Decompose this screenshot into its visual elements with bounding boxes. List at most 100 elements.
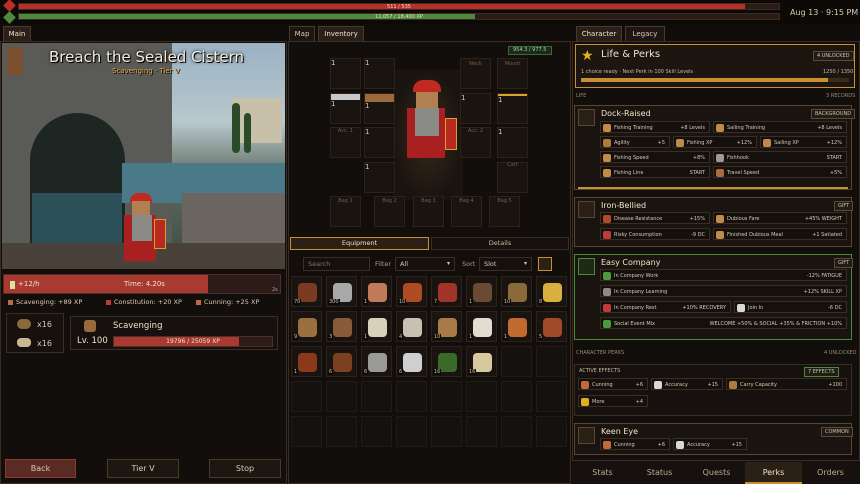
item-quantity: 8 xyxy=(538,299,544,305)
item-icon xyxy=(473,318,492,337)
tab-legacy[interactable]: Legacy xyxy=(625,26,665,42)
equip-slot-tunic[interactable]: 1 xyxy=(497,127,528,158)
inventory-slot-empty[interactable] xyxy=(396,381,427,412)
search-input[interactable] xyxy=(303,257,370,271)
active-effects-card[interactable]: ACTIVE EFFECTS 7 EFFECTS Cunning +6 Accura… xyxy=(574,364,852,416)
inventory-slot-empty[interactable] xyxy=(361,416,392,447)
inventory-slot[interactable]: 16 xyxy=(431,346,462,377)
inventory-slot[interactable]: 6 xyxy=(396,346,427,377)
perk-card-dock-raised[interactable]: Dock-Raised BACKGROUND Fishing Training +… xyxy=(574,105,856,190)
inventory-slot[interactable]: 6 xyxy=(326,346,357,377)
perk-row: In Company Learning +12% SKILL XP xyxy=(600,285,847,297)
inventory-slot-empty[interactable] xyxy=(536,381,567,412)
perk-value: +15% xyxy=(689,216,705,222)
inventory-slot[interactable]: 300 xyxy=(326,276,357,307)
inventory-slot[interactable]: 4 xyxy=(396,311,427,342)
tab-map[interactable]: Map xyxy=(289,26,315,42)
inventory-slot-empty[interactable] xyxy=(326,416,357,447)
equip-slot-helmet[interactable]: 1 xyxy=(364,58,395,89)
perk-name: In Company Learning xyxy=(614,289,668,295)
tab-character[interactable]: Character xyxy=(576,26,622,42)
tier-button[interactable]: Tier V xyxy=(107,459,179,478)
perk-card-iron-bellied[interactable]: Iron-Bellied GIFT Disease Resistance +15%… xyxy=(574,197,854,247)
inventory-slot[interactable]: 16 xyxy=(466,346,497,377)
tab-orders[interactable]: Orders xyxy=(802,462,859,484)
item-quantity: 10 xyxy=(503,299,512,305)
inventory-slot[interactable]: 1 xyxy=(466,276,497,307)
equip-slot-shield[interactable]: 1 xyxy=(497,93,528,124)
inventory-slot-empty[interactable] xyxy=(291,381,322,412)
inventory-slot[interactable]: 7 xyxy=(431,276,462,307)
inventory-slot[interactable]: 1 xyxy=(466,311,497,342)
tab-status[interactable]: Status xyxy=(631,462,688,484)
equip-slot-feet[interactable]: 1 xyxy=(364,162,395,193)
perk-name: In Company Rest xyxy=(614,305,657,311)
perk-name: Fishing XP xyxy=(687,140,713,146)
back-button[interactable]: Back xyxy=(5,459,76,478)
tab-stats[interactable]: Stats xyxy=(574,462,631,484)
inventory-slot[interactable]: 1 xyxy=(291,346,322,377)
inventory-slot[interactable]: 10 xyxy=(396,276,427,307)
perk-icon xyxy=(603,231,611,239)
item-icon xyxy=(438,283,457,302)
bag-label: Bag 4 xyxy=(459,198,474,204)
inventory-slot[interactable]: 6 xyxy=(361,346,392,377)
armor xyxy=(132,215,152,241)
pile-icon xyxy=(17,338,31,347)
inventory-slot[interactable]: 8 xyxy=(536,276,567,307)
perk-card-easy-company[interactable]: Easy Company GIFT In Company Work -12% FA… xyxy=(574,254,854,340)
inventory-slot-empty[interactable] xyxy=(501,416,532,447)
effects-badge: 7 EFFECTS xyxy=(804,367,839,377)
tab-inventory[interactable]: Inventory xyxy=(318,26,364,42)
inventory-slot[interactable]: 1 xyxy=(501,311,532,342)
tab-perks[interactable]: Perks xyxy=(745,462,802,484)
inventory-slot[interactable]: 9 xyxy=(291,311,322,342)
equip-slot-belt[interactable]: 1 xyxy=(364,93,395,124)
xp-text: 11,057 / 18,400 XP xyxy=(375,14,423,20)
tab-main[interactable]: Main xyxy=(3,26,31,42)
perk-icon xyxy=(676,139,684,147)
inventory-slot-empty[interactable] xyxy=(291,416,322,447)
character-perks-count: 4 UNLOCKED xyxy=(824,350,857,356)
easy-company-title: Easy Company xyxy=(601,258,661,267)
equip-slot-cape[interactable]: 1 xyxy=(330,58,361,89)
inventory-slot-empty[interactable] xyxy=(536,346,567,377)
inventory-slot[interactable]: 5 xyxy=(536,311,567,342)
inventory-slot[interactable]: 1 xyxy=(361,276,392,307)
item-quantity: 7 xyxy=(433,299,439,305)
item-quantity: 6 xyxy=(363,369,369,375)
inventory-slot-empty[interactable] xyxy=(361,381,392,412)
inventory-slot-empty[interactable] xyxy=(396,416,427,447)
subtab-details[interactable]: Details xyxy=(431,237,569,250)
inventory-slot-empty[interactable] xyxy=(501,381,532,412)
perk-card-keen-eye[interactable]: Keen Eye COMMON Cunning +6 Accuracy +15 xyxy=(574,423,853,455)
inventory-slot-empty[interactable] xyxy=(466,381,497,412)
inventory-slot[interactable]: 10 xyxy=(431,311,462,342)
equip-slot-armor[interactable]: 1 xyxy=(460,93,491,124)
inventory-slot[interactable]: 70 xyxy=(291,276,322,307)
sort-select[interactable]: Slot ▾ xyxy=(479,257,532,271)
equip-slot-legs[interactable]: 1 xyxy=(364,127,395,158)
inventory-slot-empty[interactable] xyxy=(431,416,462,447)
inventory-slot[interactable]: 3 xyxy=(326,311,357,342)
perk-name: Cunning xyxy=(614,442,635,448)
inventory-slot-empty[interactable] xyxy=(431,381,462,412)
inventory-slot-empty[interactable] xyxy=(326,381,357,412)
equip-slot-weapon[interactable]: 1 xyxy=(330,93,361,124)
inventory-slot-empty[interactable] xyxy=(501,346,532,377)
perk-name: Dubious Fare xyxy=(727,216,760,222)
subtab-equipment[interactable]: Equipment xyxy=(290,237,429,250)
resources-box: x16 x16 xyxy=(6,313,64,353)
sort-order-icon[interactable] xyxy=(538,257,552,271)
inventory-slot-empty[interactable] xyxy=(466,416,497,447)
filter-select[interactable]: All ▾ xyxy=(395,257,455,271)
inventory-slot[interactable]: 10 xyxy=(501,276,532,307)
perk-icon xyxy=(676,441,684,449)
bag-label: Bag 3 xyxy=(421,198,436,204)
inventory-slot-empty[interactable] xyxy=(536,416,567,447)
perk-value: +100 xyxy=(828,382,842,388)
stop-button[interactable]: Stop xyxy=(209,459,281,478)
perk-row: Fishing Speed +8% xyxy=(600,151,710,163)
inventory-slot[interactable]: 1 xyxy=(361,311,392,342)
tab-quests[interactable]: Quests xyxy=(688,462,745,484)
